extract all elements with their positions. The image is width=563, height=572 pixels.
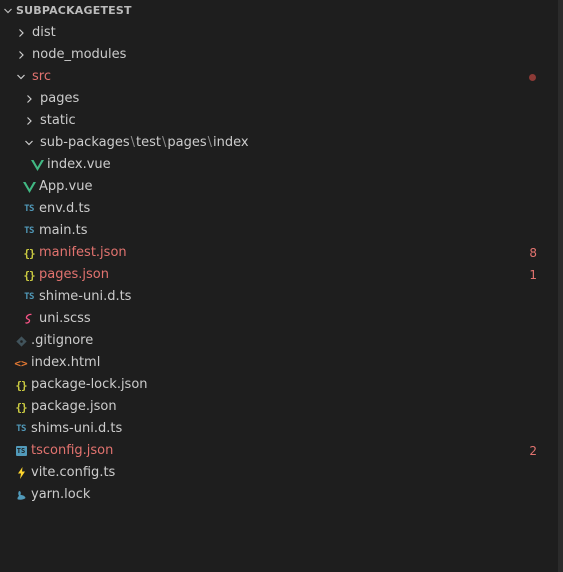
compact-folder-path: sub-packages\test\pages\index bbox=[40, 132, 249, 154]
chevron-right-icon bbox=[13, 44, 29, 66]
path-segment[interactable]: test bbox=[136, 135, 161, 150]
tree-item-gitignore[interactable]: .gitignore bbox=[0, 330, 558, 352]
tree-item-pages-json[interactable]: {} pages.json 1 bbox=[0, 264, 558, 286]
file-explorer: SUBPACKAGETEST dist node_modules src pag… bbox=[0, 0, 558, 572]
vite-icon bbox=[13, 462, 29, 484]
tree-item-package-lock-json[interactable]: {} package-lock.json bbox=[0, 374, 558, 396]
tree-item-manifest-json[interactable]: {} manifest.json 8 bbox=[0, 242, 558, 264]
tree-item-label: static bbox=[40, 113, 76, 128]
json-icon: {} bbox=[23, 246, 35, 260]
tsconfig-icon-glyph: TS bbox=[15, 446, 27, 456]
problem-count-badge: 8 bbox=[529, 246, 537, 260]
chevron-down-icon bbox=[13, 66, 29, 88]
html-icon: <> bbox=[14, 356, 28, 370]
tree-item-node-modules[interactable]: node_modules bbox=[0, 44, 558, 66]
typescript-icon: TS bbox=[24, 204, 34, 214]
tree-item-label: index.html bbox=[31, 355, 101, 370]
tree-item-label: shime-uni.d.ts bbox=[39, 289, 132, 304]
tree-item-uni-scss[interactable]: uni.scss bbox=[0, 308, 558, 330]
tree-item-src[interactable]: src bbox=[0, 66, 558, 88]
git-icon bbox=[13, 330, 29, 352]
json-icon: {} bbox=[23, 268, 35, 282]
tree-item-static[interactable]: static bbox=[0, 110, 558, 132]
problem-count-badge: 2 bbox=[529, 444, 537, 458]
tree-item-label: package.json bbox=[31, 399, 117, 414]
tree-item-main-ts[interactable]: TS main.ts bbox=[0, 220, 558, 242]
chevron-down-icon bbox=[21, 132, 37, 154]
tree-item-pages-folder[interactable]: pages bbox=[0, 88, 558, 110]
path-segment[interactable]: sub-packages bbox=[40, 135, 130, 150]
tree-item-label: pages bbox=[40, 91, 80, 106]
tree-item-label: env.d.ts bbox=[39, 201, 91, 216]
tree-item-label: node_modules bbox=[32, 47, 127, 62]
vue-icon bbox=[21, 176, 37, 198]
yarn-icon bbox=[13, 484, 29, 506]
json-icon: {} bbox=[15, 378, 27, 392]
path-segment[interactable]: index bbox=[213, 135, 249, 150]
panel-border bbox=[558, 0, 563, 572]
workspace-root-label: SUBPACKAGETEST bbox=[16, 4, 132, 17]
tree-item-env-d-ts[interactable]: TS env.d.ts bbox=[0, 198, 558, 220]
typescript-icon: TS bbox=[24, 226, 34, 236]
tree-item-label: shims-uni.d.ts bbox=[31, 421, 123, 436]
chevron-right-icon bbox=[21, 88, 37, 110]
tree-item-label: src bbox=[32, 69, 51, 84]
path-segment[interactable]: pages bbox=[167, 135, 206, 150]
tree-item-label: manifest.json bbox=[39, 245, 127, 260]
json-icon: {} bbox=[15, 400, 27, 414]
tree-item-sub-packages[interactable]: sub-packages\test\pages\index bbox=[0, 132, 558, 154]
tree-item-label: yarn.lock bbox=[31, 487, 91, 502]
tree-item-label: main.ts bbox=[39, 223, 88, 238]
tree-item-yarn-lock[interactable]: yarn.lock bbox=[0, 484, 558, 506]
tree-item-index-html[interactable]: <> index.html bbox=[0, 352, 558, 374]
tree-item-index-vue[interactable]: index.vue bbox=[0, 154, 558, 176]
tree-item-label: vite.config.ts bbox=[31, 465, 116, 480]
chevron-down-icon bbox=[0, 0, 16, 22]
typescript-icon: TS bbox=[16, 424, 26, 434]
tree-item-label: tsconfig.json bbox=[31, 443, 114, 458]
tree-item-shims-uni-d-ts[interactable]: TS shims-uni.d.ts bbox=[0, 418, 558, 440]
tree-item-label: uni.scss bbox=[39, 311, 91, 326]
tree-item-vite-config-ts[interactable]: vite.config.ts bbox=[0, 462, 558, 484]
modified-dot-icon bbox=[529, 74, 536, 81]
chevron-right-icon bbox=[13, 22, 29, 44]
tree-item-app-vue[interactable]: App.vue bbox=[0, 176, 558, 198]
problem-count-badge: 1 bbox=[529, 268, 537, 282]
vue-icon bbox=[29, 154, 45, 176]
tree-item-tsconfig-json[interactable]: TS tsconfig.json 2 bbox=[0, 440, 558, 462]
tree-item-dist[interactable]: dist bbox=[0, 22, 558, 44]
typescript-icon: TS bbox=[24, 292, 34, 302]
tree-item-label: index.vue bbox=[47, 157, 111, 172]
tree-item-label: pages.json bbox=[39, 267, 109, 282]
tree-item-label: dist bbox=[32, 25, 56, 40]
sass-icon bbox=[21, 308, 37, 330]
chevron-right-icon bbox=[21, 110, 37, 132]
tree-item-label: .gitignore bbox=[31, 333, 94, 348]
workspace-root-header[interactable]: SUBPACKAGETEST bbox=[0, 0, 558, 22]
tree-item-shime-uni-d-ts[interactable]: TS shime-uni.d.ts bbox=[0, 286, 558, 308]
tsconfig-icon: TS bbox=[13, 440, 29, 462]
tree-item-label: App.vue bbox=[39, 179, 93, 194]
tree-item-package-json[interactable]: {} package.json bbox=[0, 396, 558, 418]
tree-item-label: package-lock.json bbox=[31, 377, 148, 392]
